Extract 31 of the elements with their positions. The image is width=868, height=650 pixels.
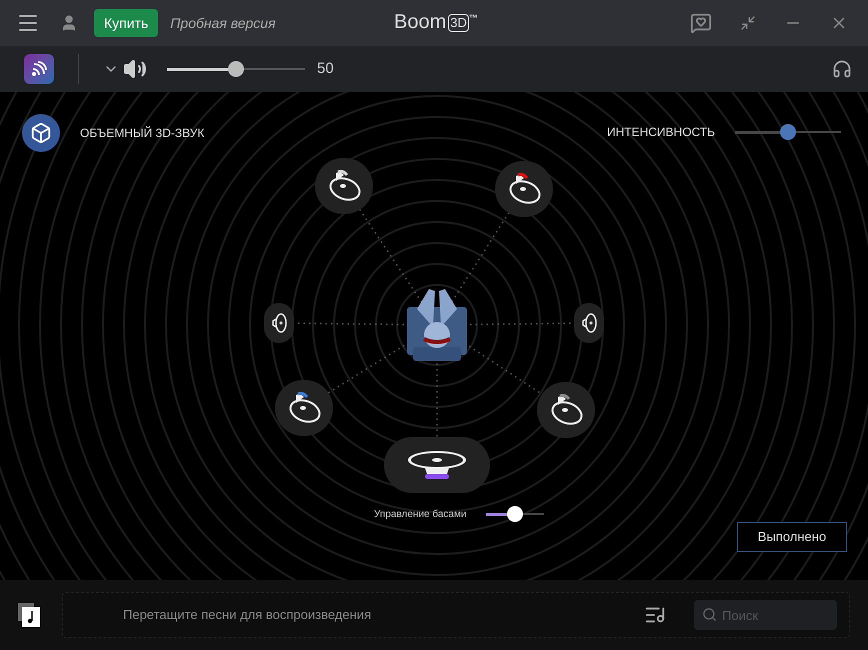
app-icon[interactable] <box>24 54 54 84</box>
slider-thumb[interactable] <box>507 506 524 522</box>
subwoofer-speaker[interactable] <box>384 437 490 493</box>
effect-label: ОБЪЕМНЫЙ 3D-ЗВУК <box>80 125 204 141</box>
side-speaker[interactable] <box>574 303 604 343</box>
slider-thumb[interactable] <box>780 124 796 140</box>
drop-hint: Перетащите песни для воспроизведения <box>123 606 372 624</box>
volume-reading: 50 <box>317 58 334 79</box>
app-logo: Boom 3D™ <box>394 10 478 34</box>
bass-label: Управление басами <box>374 508 466 522</box>
side-speaker[interactable] <box>264 303 294 343</box>
trial-label: Пробная версия <box>170 14 276 33</box>
surround-speaker[interactable] <box>495 161 553 217</box>
collapse-icon[interactable] <box>740 15 756 31</box>
buy-button[interactable]: Купить <box>94 9 158 37</box>
surround-speaker[interactable] <box>275 380 333 436</box>
intensity-label: ИНТЕНСИВНОСТЬ <box>606 124 715 140</box>
headphones-icon[interactable] <box>832 59 852 79</box>
user-icon[interactable] <box>60 14 78 32</box>
bass-slider[interactable] <box>486 506 544 522</box>
intensity-slider[interactable] <box>735 124 841 140</box>
music-note-icon[interactable] <box>18 603 40 627</box>
cube-icon[interactable] <box>22 114 60 152</box>
surround-speaker[interactable] <box>315 158 373 214</box>
slider-thumb[interactable] <box>228 61 244 77</box>
search-icon <box>702 607 717 622</box>
surround-speaker[interactable] <box>537 382 595 438</box>
volume-slider[interactable] <box>167 61 305 77</box>
volume-icon[interactable] <box>123 57 147 81</box>
done-button[interactable]: Выполнено <box>737 522 847 552</box>
feedback-icon[interactable] <box>690 12 712 34</box>
